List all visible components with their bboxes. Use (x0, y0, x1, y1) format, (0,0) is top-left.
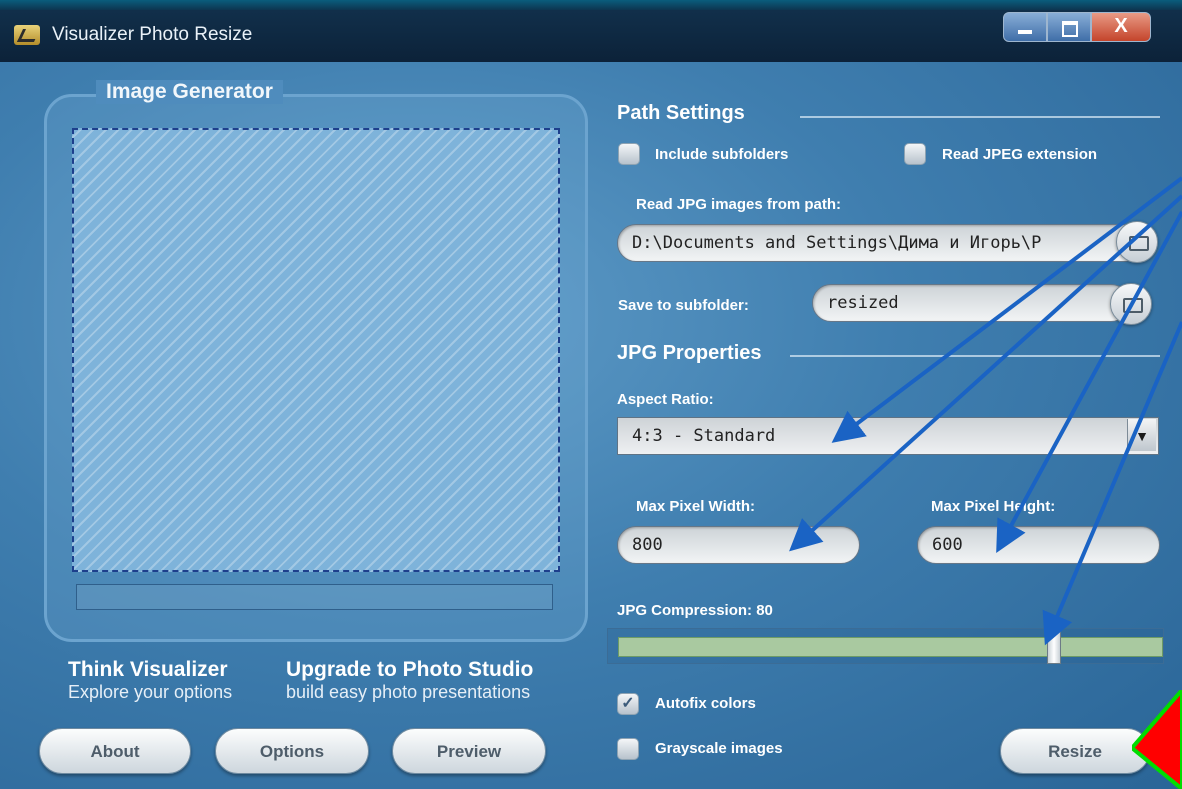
annotation-arrow-compression (1042, 321, 1182, 646)
annotation-arrows (789, 176, 1182, 646)
annotation-pointer-triangle (1132, 690, 1182, 789)
annotation-arrow-height (996, 211, 1182, 554)
annotation-arrow-width (789, 194, 1182, 552)
